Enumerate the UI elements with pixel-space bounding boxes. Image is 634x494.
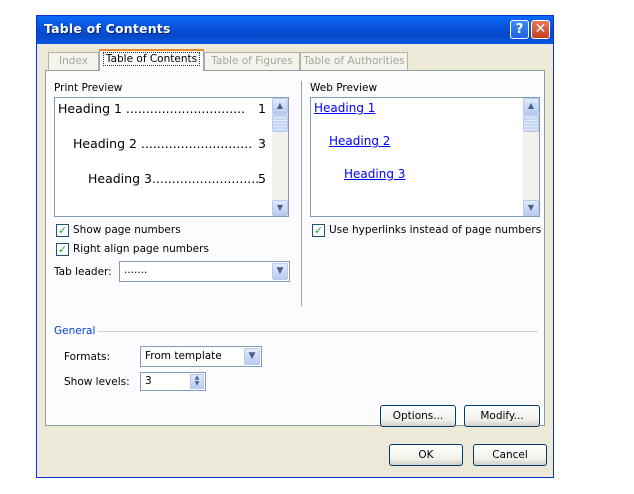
- scroll-thumb[interactable]: [272, 114, 288, 132]
- web-link-heading-1[interactable]: Heading 1: [314, 101, 375, 115]
- use-hyperlinks-label[interactable]: Use hyperlinks instead of page numbers: [329, 224, 541, 236]
- tab-leader-value: .......: [124, 264, 148, 276]
- print-preview-scrollbar[interactable]: ▲ ▼: [272, 98, 288, 216]
- show-levels-value: 3: [145, 375, 152, 387]
- tab-label: Table of Contents: [102, 52, 201, 66]
- preview-row-1: Heading 1 ..............................…: [58, 101, 266, 116]
- dialog-window: Table of Contents ? ✕ Index Table of Con…: [36, 15, 554, 478]
- general-section-label: General: [54, 325, 96, 337]
- chevron-down-icon[interactable]: ▼: [272, 200, 288, 216]
- general-divider: [98, 331, 538, 332]
- use-hyperlinks-checkbox[interactable]: ✓: [312, 224, 325, 237]
- help-icon: ?: [515, 22, 524, 37]
- scroll-thumb[interactable]: [523, 114, 539, 132]
- print-preview-label: Print Preview: [54, 82, 123, 94]
- show-levels-label: Show levels:: [64, 376, 130, 388]
- stepper-buttons[interactable]: ▲ ▼: [190, 374, 204, 389]
- web-preview-scrollbar[interactable]: ▲ ▼: [523, 98, 539, 216]
- formats-value: From template: [145, 350, 222, 362]
- tab-leader-select[interactable]: ....... ▼: [119, 261, 290, 282]
- print-preview-box: Heading 1 ..............................…: [54, 97, 289, 217]
- tab-panel: Print Preview Heading 1 ................…: [45, 70, 545, 427]
- options-button[interactable]: Options...: [380, 405, 456, 427]
- web-preview-label: Web Preview: [310, 82, 378, 94]
- chevron-up-icon[interactable]: ▲: [523, 98, 539, 114]
- title-bar[interactable]: Table of Contents ? ✕: [37, 16, 553, 44]
- cancel-button[interactable]: Cancel: [473, 444, 547, 466]
- web-link-heading-3[interactable]: Heading 3: [344, 167, 405, 181]
- vertical-divider: [301, 81, 302, 306]
- show-page-numbers-checkbox[interactable]: ✓: [56, 224, 69, 237]
- modify-button[interactable]: Modify...: [464, 405, 540, 427]
- tab-index[interactable]: Index: [48, 52, 99, 70]
- preview-row-3: Heading 3........................... 5: [88, 171, 266, 186]
- web-preview-box: Heading 1 Heading 2 Heading 3 ▲ ▼: [310, 97, 540, 217]
- window-title: Table of Contents: [44, 21, 171, 36]
- web-link-heading-2[interactable]: Heading 2: [329, 134, 390, 148]
- chevron-down-icon[interactable]: ▼: [523, 200, 539, 216]
- preview-row-2: Heading 2 ............................ 3: [73, 136, 266, 151]
- tab-table-of-figures[interactable]: Table of Figures: [204, 52, 300, 70]
- chevron-down-icon[interactable]: ▼: [272, 263, 288, 280]
- formats-select[interactable]: From template ▼: [140, 346, 262, 367]
- ok-button[interactable]: OK: [389, 444, 463, 466]
- close-icon: ✕: [534, 21, 547, 37]
- tab-leader-label: Tab leader:: [54, 266, 112, 278]
- formats-label: Formats:: [64, 351, 111, 363]
- help-button[interactable]: ?: [510, 20, 529, 39]
- tab-table-of-authorities[interactable]: Table of Authorities: [300, 52, 408, 70]
- tab-table-of-contents[interactable]: Table of Contents: [99, 49, 204, 71]
- right-align-checkbox[interactable]: ✓: [56, 243, 69, 256]
- show-page-numbers-label[interactable]: Show page numbers: [73, 224, 181, 236]
- chevron-down-icon[interactable]: ▼: [244, 348, 260, 365]
- right-align-label[interactable]: Right align page numbers: [73, 243, 209, 255]
- show-levels-stepper[interactable]: 3 ▲ ▼: [140, 372, 206, 391]
- close-button[interactable]: ✕: [531, 20, 550, 39]
- chevron-down-icon[interactable]: ▼: [191, 381, 203, 387]
- chevron-up-icon[interactable]: ▲: [272, 98, 288, 114]
